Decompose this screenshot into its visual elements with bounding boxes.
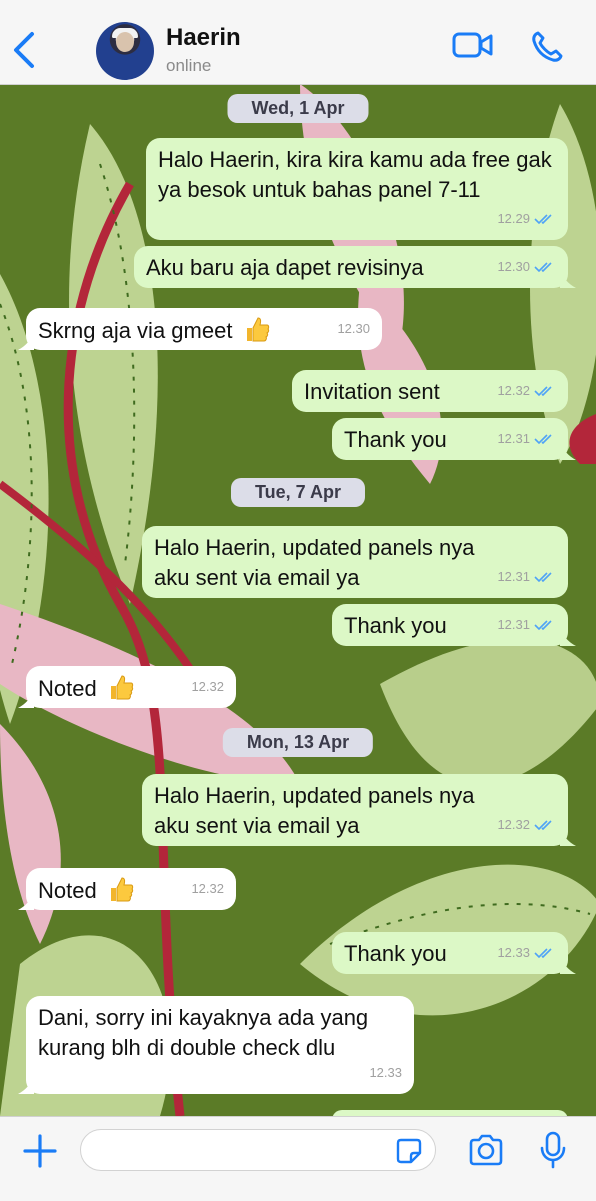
message-list[interactable]: Wed, 1 Apr Halo Haerin, kira kira kamu a… xyxy=(0,84,596,1116)
double-check-icon xyxy=(534,948,552,959)
message-text: Invitation sent xyxy=(304,379,440,404)
phone-icon[interactable] xyxy=(530,30,564,64)
thumbs-up-emoji xyxy=(110,877,133,902)
message-bubble-outgoing[interactable]: Thank you 12.33 xyxy=(332,932,576,974)
message-bubble-outgoing[interactable]: Halo Haerin, kira kira kamu ada free gak… xyxy=(146,138,568,240)
double-check-icon xyxy=(534,386,552,397)
message-time: 12.32 xyxy=(497,383,530,398)
bubble-tail xyxy=(560,958,576,974)
message-time: 12.32 xyxy=(497,817,530,832)
date-separator: Mon, 13 Apr xyxy=(222,728,374,757)
message-text: Halo Haerin, updated panels nya aku sent… xyxy=(154,535,475,590)
double-check-icon xyxy=(534,434,552,445)
message-bubble-outgoing[interactable]: Aku baru aja dapet revisinya 12.30 xyxy=(134,246,576,288)
bubble-tail xyxy=(560,444,576,460)
message-text: Aku baru aja dapet revisinya xyxy=(146,255,424,280)
composer-bar xyxy=(0,1116,596,1201)
message-time: 12.33 xyxy=(497,945,530,960)
chat-header: Haerin online xyxy=(0,0,596,85)
contact-status: online xyxy=(166,56,212,75)
message-input[interactable] xyxy=(80,1129,436,1171)
bubble-tail xyxy=(18,692,34,708)
bubble-tail xyxy=(560,830,576,846)
message-text: Thank you xyxy=(344,941,447,966)
avatar[interactable] xyxy=(96,22,154,80)
message-time: 12.29 xyxy=(497,211,530,226)
double-check-icon xyxy=(534,820,552,831)
message-text: Noted xyxy=(38,878,97,903)
message-text: Halo Haerin, kira kira kamu ada free gak… xyxy=(158,147,552,202)
message-time: 12.30 xyxy=(497,259,530,274)
message-bubble-outgoing[interactable]: Halo Haerin, updated panels nya aku sent… xyxy=(142,526,568,598)
sticker-icon[interactable] xyxy=(396,1138,422,1164)
bubble-tail xyxy=(18,334,34,350)
thumbs-up-emoji xyxy=(246,317,269,342)
message-text: Thank you xyxy=(344,427,447,452)
message-time: 12.32 xyxy=(191,679,224,694)
message-bubble-incoming[interactable]: Dani, sorry ini kayaknya ada yang kurang… xyxy=(18,996,414,1094)
message-time: 12.33 xyxy=(369,1065,402,1080)
message-time: 12.30 xyxy=(337,321,370,336)
message-time: 12.31 xyxy=(497,617,530,632)
contact-name[interactable]: Haerin xyxy=(166,24,241,52)
message-text: Halo Haerin, updated panels nya aku sent… xyxy=(154,783,475,838)
bubble-tail xyxy=(18,894,34,910)
message-text: Thank you xyxy=(344,613,447,638)
bubble-tail xyxy=(18,1078,34,1094)
message-text: Dani, sorry ini kayaknya ada yang kurang… xyxy=(38,1005,369,1060)
message-time: 12.31 xyxy=(497,431,530,446)
double-check-icon xyxy=(534,572,552,583)
message-time: 12.32 xyxy=(191,881,224,896)
message-bubble-incoming[interactable]: Skrng aja via gmeet 12.30 xyxy=(18,308,382,350)
message-time: 12.31 xyxy=(497,569,530,584)
double-check-icon xyxy=(534,214,552,225)
message-bubble-incoming[interactable]: Noted 12.32 xyxy=(18,666,236,708)
message-bubble-outgoing[interactable]: Invitation sent 12.32 xyxy=(292,370,568,412)
double-check-icon xyxy=(534,620,552,631)
date-separator: Tue, 7 Apr xyxy=(230,478,366,507)
chevron-left-icon[interactable] xyxy=(10,30,40,70)
message-text: Skrng aja via gmeet xyxy=(38,318,233,343)
microphone-icon[interactable] xyxy=(540,1131,566,1169)
plus-icon[interactable] xyxy=(22,1133,58,1169)
bubble-tail xyxy=(560,272,576,288)
thumbs-up-emoji xyxy=(110,675,133,700)
message-bubble-outgoing[interactable]: Thank you 12.31 xyxy=(332,418,576,460)
message-text: Noted xyxy=(38,676,97,701)
date-separator: Wed, 1 Apr xyxy=(227,94,369,123)
message-bubble-outgoing[interactable]: Halo Haerin, updated panels nya aku sent… xyxy=(142,774,576,846)
message-bubble-incoming[interactable]: Noted 12.32 xyxy=(18,868,236,910)
bubble-tail xyxy=(560,630,576,646)
camera-icon[interactable] xyxy=(468,1134,504,1166)
double-check-icon xyxy=(534,262,552,273)
video-camera-icon[interactable] xyxy=(452,30,494,60)
message-bubble-outgoing[interactable]: Thank you 12.31 xyxy=(332,604,576,646)
